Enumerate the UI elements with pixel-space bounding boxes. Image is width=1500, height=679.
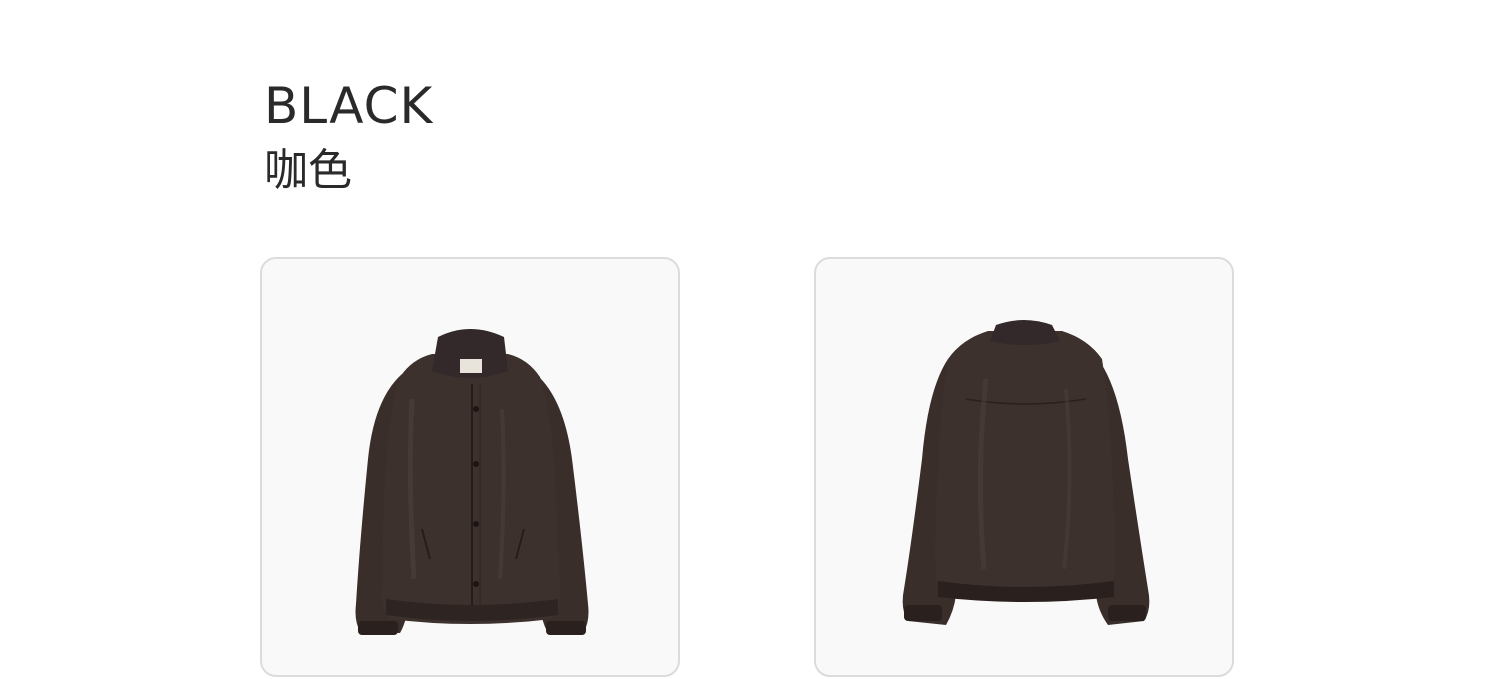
color-name-english: BLACK	[264, 77, 434, 135]
product-image-card-front[interactable]	[260, 257, 680, 677]
color-heading: BLACK 咖色	[264, 76, 433, 198]
color-name-chinese: 咖色	[264, 145, 352, 196]
jacket-front-image	[355, 329, 589, 635]
jacket-back-image	[902, 320, 1150, 625]
product-image-card-back[interactable]	[814, 257, 1234, 677]
